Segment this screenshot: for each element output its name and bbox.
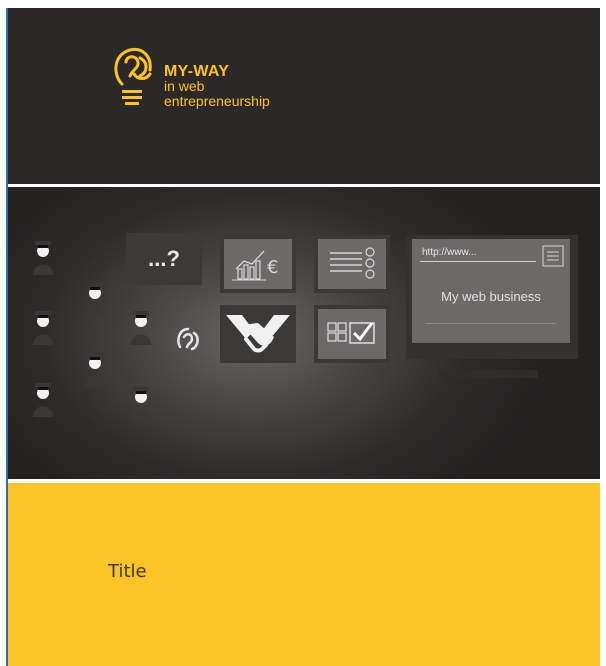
url-underline (420, 261, 536, 262)
cover-page: MY-WAY in web entrepreneurship ...? € ht… (6, 8, 600, 666)
swirl-logo-icon (177, 327, 199, 351)
title-band: Title (8, 483, 600, 666)
graduate-icon (131, 387, 151, 421)
question-box: ...? (126, 233, 202, 285)
checkbox-grid-icon (318, 309, 386, 359)
brand-line-1: MY-WAY (164, 63, 230, 80)
graduate-icon (85, 353, 105, 387)
graduate-icon (33, 311, 53, 345)
graduate-icon (33, 383, 53, 417)
handshake-icon (226, 315, 290, 353)
header-band: MY-WAY in web entrepreneurship (8, 8, 600, 184)
document-title[interactable]: Title (108, 561, 147, 582)
chart-tile: € (220, 235, 296, 293)
monitor-icon: http://www... My web business (406, 235, 578, 359)
checkbox-tile (314, 305, 390, 363)
handshake-tile (220, 305, 296, 363)
monitor-screen: http://www... My web business (412, 239, 570, 343)
svg-text:€: € (267, 257, 278, 278)
graduate-icon (85, 283, 105, 317)
url-text: http://www... (422, 247, 477, 258)
brand-line-3: entrepreneurship (164, 93, 270, 109)
monitor-stand (438, 370, 538, 378)
brand-line-2: in web (164, 78, 205, 94)
brand-name: MY-WAY in web entrepreneurship (164, 64, 270, 109)
graduate-icon (33, 241, 53, 275)
menu-icon (542, 245, 564, 267)
checklist-icon (318, 239, 386, 289)
business-label: My web business (441, 289, 541, 304)
chart-euro-icon: € (224, 239, 292, 289)
graduate-icon (131, 311, 151, 345)
screen-line (426, 323, 556, 324)
checklist-tile (314, 235, 390, 293)
illustration-banner: ...? € http://www... My web business (8, 187, 600, 479)
bulb-logo-icon (114, 47, 152, 105)
